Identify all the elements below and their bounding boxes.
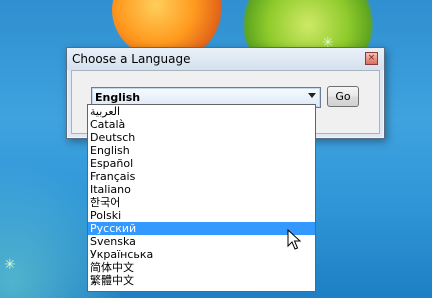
language-option[interactable]: Deutsch xyxy=(88,131,315,144)
language-option-highlighted[interactable]: Русский xyxy=(88,222,315,235)
dialog-titlebar[interactable]: Choose a Language × xyxy=(67,48,384,70)
language-option[interactable]: Polski xyxy=(88,209,315,222)
language-combobox-value: English xyxy=(95,91,141,104)
chevron-down-icon xyxy=(308,93,316,98)
language-option[interactable]: Français xyxy=(88,170,315,183)
language-option[interactable]: Svenska xyxy=(88,235,315,248)
language-option[interactable]: 简体中文 xyxy=(88,261,315,274)
language-dropdown-list[interactable]: العربية Català Deutsch English Español F… xyxy=(87,104,316,292)
go-button[interactable]: Go xyxy=(327,86,359,107)
language-option[interactable]: 繁體中文 xyxy=(88,274,315,287)
language-option[interactable]: Català xyxy=(88,118,315,131)
language-option[interactable]: Українська xyxy=(88,248,315,261)
mouse-pointer-icon xyxy=(287,229,301,250)
wallpaper-sparkle-icon: ✳ xyxy=(4,257,16,273)
language-option[interactable]: العربية xyxy=(88,105,315,118)
language-option[interactable]: Español xyxy=(88,157,315,170)
language-option[interactable]: English xyxy=(88,144,315,157)
dialog-title: Choose a Language xyxy=(72,52,191,66)
language-option[interactable]: 한국어 xyxy=(88,196,315,209)
close-button[interactable]: × xyxy=(365,52,378,65)
close-icon: × xyxy=(367,53,376,63)
language-option[interactable]: Italiano xyxy=(88,183,315,196)
